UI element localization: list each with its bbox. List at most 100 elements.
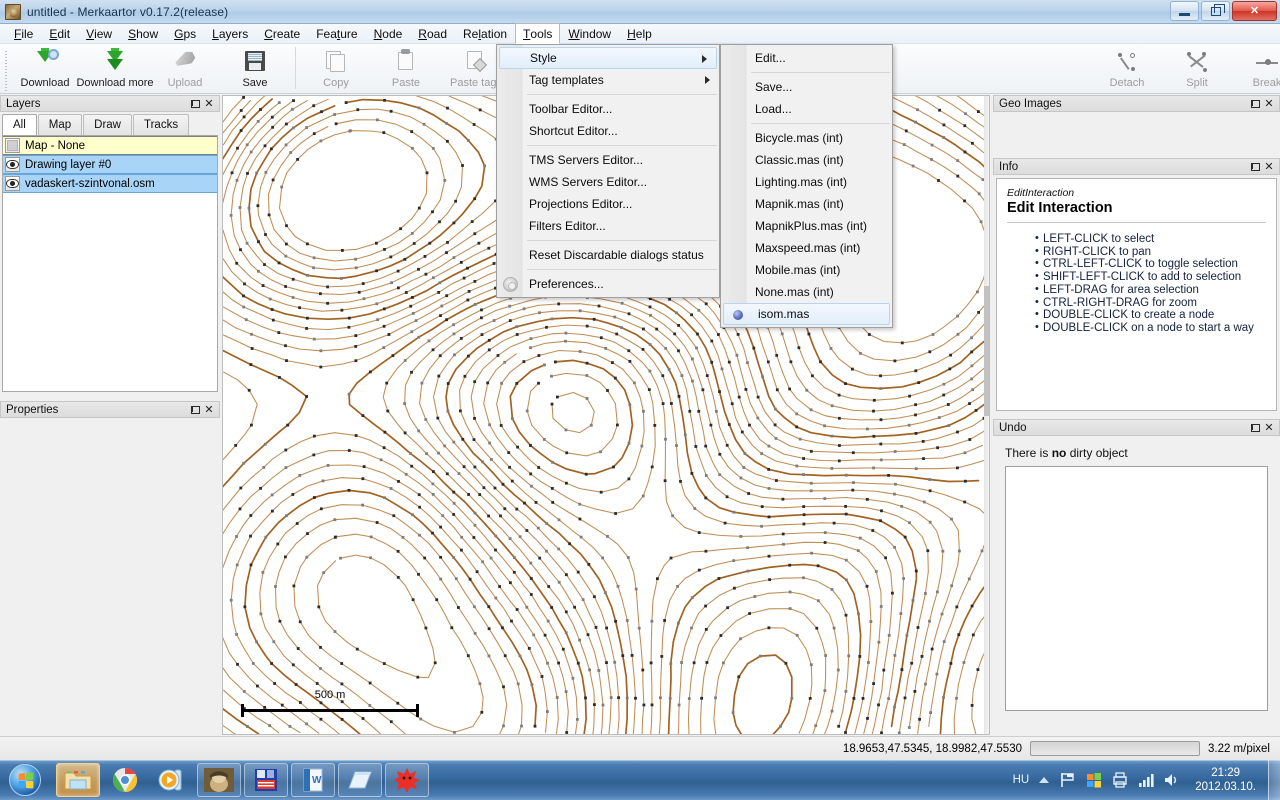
layer-row[interactable]: vadaskert-szintvonal.osm: [3, 174, 217, 193]
empty-checkbox-icon[interactable]: [5, 138, 20, 153]
menu-item-projections-editor[interactable]: Projections Editor...: [497, 193, 719, 215]
printer-icon[interactable]: [1111, 771, 1129, 789]
menu-file[interactable]: File: [6, 24, 41, 43]
menu-item-wms-servers-editor[interactable]: WMS Servers Editor...: [497, 171, 719, 193]
toolbar-grip[interactable]: [2, 47, 10, 91]
close-panel-button[interactable]: ✕: [202, 403, 216, 417]
menu-item-style[interactable]: Style: [499, 47, 717, 69]
action-center-flag-icon[interactable]: [1059, 771, 1077, 789]
menu-tools[interactable]: Tools: [515, 23, 561, 44]
eye-icon[interactable]: [5, 176, 20, 191]
float-button[interactable]: [1248, 421, 1262, 435]
menu-item-style-mapnik[interactable]: Mapnik.mas (int): [721, 193, 892, 215]
toolbar-save-button[interactable]: Save: [220, 47, 290, 90]
close-panel-button[interactable]: ✕: [1262, 97, 1276, 111]
menu-relation[interactable]: Re l ation: [455, 24, 515, 43]
float-button[interactable]: [1248, 160, 1262, 174]
toolbar-download-button[interactable]: Download: [10, 47, 80, 90]
tray-language[interactable]: HU: [1013, 774, 1030, 786]
toolbar-paste-button[interactable]: Paste: [371, 47, 441, 90]
menu-help[interactable]: Help: [619, 24, 660, 43]
map-vertical-scrollbar[interactable]: [984, 96, 989, 734]
map-scrollbar-thumb[interactable]: [984, 286, 989, 416]
taskbar-windows-explorer[interactable]: [56, 763, 100, 797]
taskbar-notepad-window[interactable]: [338, 763, 382, 797]
menu-item-style-mobile[interactable]: Mobile.mas (int): [721, 259, 892, 281]
info-bullet-list: LEFT-CLICK to select RIGHT-CLICK to pan …: [1007, 232, 1266, 335]
photo-window-icon: [204, 768, 234, 792]
menu-item-style-save[interactable]: Save...: [721, 76, 892, 98]
toolbar-break-button[interactable]: Break: [1232, 47, 1280, 90]
menu-item-reset-discardable-dialogs[interactable]: Reset Discardable dialogs status: [497, 244, 719, 266]
menu-item-filters-editor[interactable]: Filters Editor...: [497, 215, 719, 237]
taskbar-google-chrome[interactable]: [103, 763, 147, 797]
menu-view[interactable]: View: [78, 24, 120, 43]
divider: [1007, 222, 1266, 223]
menu-item-tms-servers-editor[interactable]: TMS Servers Editor...: [497, 149, 719, 171]
toolbar-detach-button[interactable]: Detach: [1092, 47, 1162, 90]
menu-item-style-classic[interactable]: Classic.mas (int): [721, 149, 892, 171]
taskbar-word-document[interactable]: W: [291, 763, 335, 797]
menu-item-style-maxspeed[interactable]: Maxspeed.mas (int): [721, 237, 892, 259]
menu-item-style-mapnikplus[interactable]: MapnikPlus.mas (int): [721, 215, 892, 237]
menu-show[interactable]: Show: [120, 24, 166, 43]
maximize-button[interactable]: [1201, 1, 1230, 21]
menu-create[interactable]: Create: [256, 24, 308, 43]
taskbar-merkaartor-save-window[interactable]: [244, 763, 288, 797]
taskbar-photo-window[interactable]: [197, 763, 241, 797]
float-button[interactable]: [188, 403, 202, 417]
toolbar-split-button[interactable]: Split: [1162, 47, 1232, 90]
taskbar-media-player[interactable]: [150, 763, 194, 797]
menu-gps[interactable]: Gps: [166, 24, 204, 43]
tab-draw[interactable]: Draw: [83, 114, 132, 135]
menu-item-label: Projections Editor...: [529, 197, 633, 211]
float-button[interactable]: [188, 97, 202, 111]
toolbar-upload-button[interactable]: Upload: [150, 47, 220, 90]
properties-panel-title-bar: Properties ✕: [0, 401, 220, 418]
undo-history-list[interactable]: [1005, 466, 1268, 711]
eye-icon[interactable]: [5, 157, 20, 172]
close-panel-button[interactable]: ✕: [202, 97, 216, 111]
menu-item-style-lighting[interactable]: Lighting.mas (int): [721, 171, 892, 193]
menu-layers[interactable]: Layers: [204, 24, 256, 43]
taskbar-clock[interactable]: 21:29 2012.03.10.: [1195, 766, 1256, 794]
menu-item-tag-templates[interactable]: Tag templates: [497, 69, 719, 91]
menu-item-label: Toolbar Editor...: [529, 102, 613, 116]
media-player-icon: [158, 769, 182, 791]
start-button[interactable]: [2, 763, 48, 797]
tab-all[interactable]: All: [2, 114, 37, 135]
volume-icon[interactable]: [1163, 771, 1181, 789]
menu-item-style-edit[interactable]: Edit...: [721, 47, 892, 69]
minimize-button[interactable]: [1170, 1, 1199, 21]
float-button[interactable]: [1248, 97, 1262, 111]
menu-item-toolbar-editor[interactable]: Toolbar Editor...: [497, 98, 719, 120]
toolbar-copy-button[interactable]: Copy: [301, 47, 371, 90]
show-hidden-icon[interactable]: [1039, 777, 1050, 783]
close-button[interactable]: ✕: [1232, 1, 1277, 21]
layer-row[interactable]: Drawing layer #0: [3, 155, 217, 174]
system-tray: HU 21:29 2012.03.10.: [1013, 760, 1280, 800]
menu-edit[interactable]: Edit: [41, 24, 78, 43]
menu-road[interactable]: Road: [410, 24, 455, 43]
toolbar-download-more-button[interactable]: Download more: [76, 47, 154, 90]
menu-item-style-load[interactable]: Load...: [721, 98, 892, 120]
menu-item-style-bicycle[interactable]: Bicycle.mas (int): [721, 127, 892, 149]
menu-item-style-isom[interactable]: isom.mas: [723, 303, 890, 325]
properties-panel: Properties ✕: [0, 401, 220, 738]
show-desktop-button[interactable]: [1268, 760, 1280, 800]
close-panel-button[interactable]: ✕: [1262, 160, 1276, 174]
network-signal-icon[interactable]: [1137, 771, 1155, 789]
tab-tracks[interactable]: Tracks: [133, 114, 190, 135]
taskbar-inkscape-window[interactable]: [385, 763, 429, 797]
menu-window[interactable]: Window: [560, 24, 619, 43]
close-panel-button[interactable]: ✕: [1262, 421, 1276, 435]
windows-update-icon[interactable]: [1085, 771, 1103, 789]
layer-row[interactable]: Map - None: [3, 136, 217, 155]
menu-item-style-none[interactable]: None.mas (int): [721, 281, 892, 303]
menu-node[interactable]: Node: [366, 24, 411, 43]
menu-item-shortcut-editor[interactable]: Shortcut Editor...: [497, 120, 719, 142]
menu-feature[interactable]: Fea t ure: [308, 24, 365, 43]
toolbar-label: Download: [20, 77, 70, 89]
menu-item-preferences[interactable]: Preferences...: [497, 273, 719, 295]
tab-map[interactable]: Map: [37, 114, 83, 135]
